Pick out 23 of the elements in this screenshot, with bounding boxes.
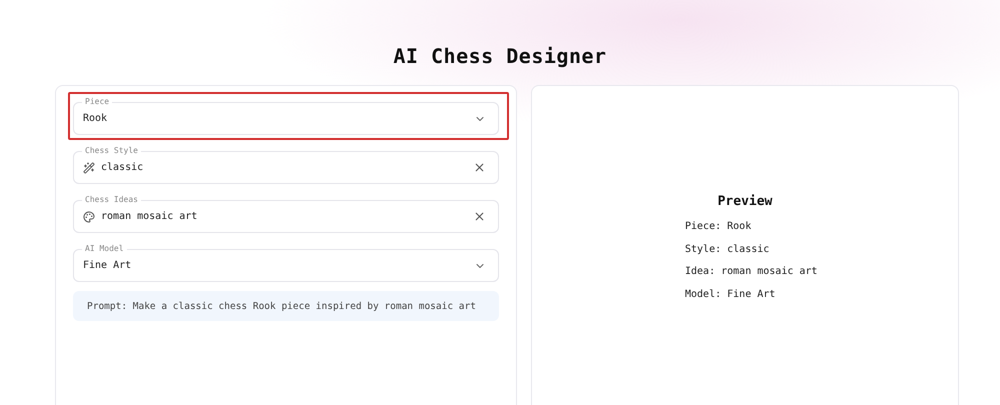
field-label: AI Model xyxy=(84,244,125,254)
preview-line: Model: Fine Art xyxy=(685,288,776,302)
preview-line: Piece: Rook xyxy=(685,220,752,234)
preview-line: Style: classic xyxy=(685,242,770,256)
wand-icon xyxy=(83,162,95,174)
select-field[interactable]: AI Model Fine Art xyxy=(73,244,499,282)
field-value: classic xyxy=(101,162,144,173)
field-label: Piece xyxy=(84,97,110,107)
page-title: AI Chess Designer xyxy=(392,43,608,70)
preview-line: Idea: roman mosaic art xyxy=(685,265,818,279)
field-value: roman mosaic art xyxy=(101,211,198,222)
preview-title: Preview xyxy=(718,194,772,209)
field-label: Chess Style xyxy=(84,146,139,156)
palette-icon xyxy=(83,210,95,222)
prompt-text: Prompt: Make a classic chess Rook piece inspired by roman mosaic art xyxy=(73,291,499,321)
field-value: Rook xyxy=(83,113,108,124)
select-field[interactable]: Piece Rook xyxy=(68,92,509,140)
input-field[interactable]: Chess Ideas roman mosaic art xyxy=(73,195,499,233)
clear-icon[interactable] xyxy=(473,210,486,223)
clear-icon[interactable] xyxy=(473,161,486,174)
input-field[interactable]: Chess Style classic xyxy=(73,146,499,184)
field-value: Fine Art xyxy=(83,260,132,271)
field-label: Chess Ideas xyxy=(84,195,139,205)
